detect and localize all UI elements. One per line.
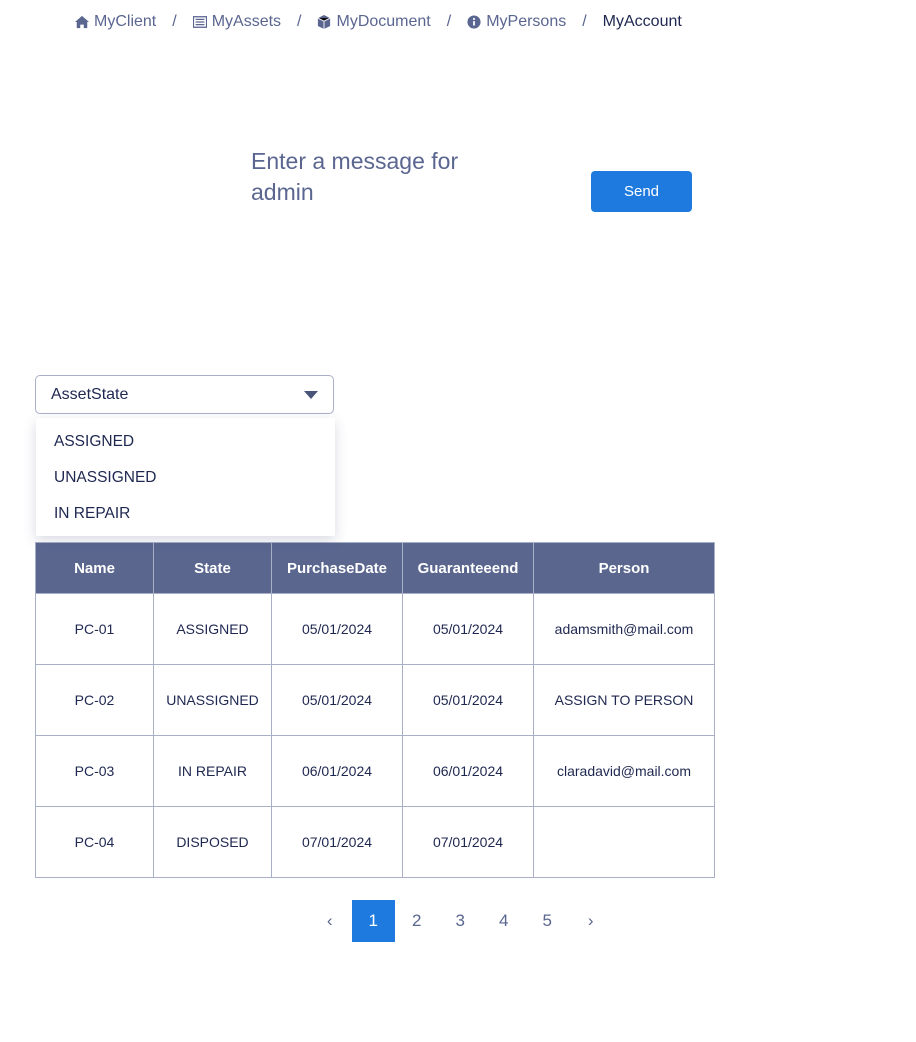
breadcrumb-mydocument[interactable]: MyDocument: [317, 13, 431, 31]
table-row: PC-03 IN REPAIR 06/01/2024 06/01/2024 clarad…: [35, 735, 715, 807]
breadcrumb-separator: /: [172, 13, 177, 30]
breadcrumb-separator: /: [297, 13, 302, 30]
cell-state: ASSIGNED: [153, 593, 272, 665]
breadcrumb-separator: /: [582, 13, 587, 30]
select-value: AssetState: [51, 385, 129, 403]
table-row: PC-04 DISPOSED 07/01/2024 07/01/2024: [35, 806, 715, 878]
option-assigned[interactable]: ASSIGNED: [36, 424, 335, 460]
page-3-button[interactable]: 3: [439, 900, 483, 942]
breadcrumb-myclient[interactable]: MyClient: [75, 13, 156, 31]
breadcrumb-separator: /: [446, 13, 452, 30]
asset-state-select[interactable]: AssetState: [35, 375, 334, 414]
breadcrumb-label: MyAssets: [211, 13, 282, 30]
list-icon: [192, 16, 207, 28]
message-input[interactable]: Enter a message for admin: [251, 146, 501, 208]
breadcrumb: MyClient / MyAssets / MyDocument / MyPer…: [75, 13, 682, 31]
send-button[interactable]: Send: [591, 171, 692, 212]
page-5-button[interactable]: 5: [526, 900, 570, 942]
breadcrumb-myassets[interactable]: MyAssets: [192, 13, 282, 31]
cell-state: DISPOSED: [153, 806, 272, 878]
column-header-name: Name: [35, 542, 154, 594]
prev-page-button[interactable]: ‹: [308, 900, 352, 942]
cell-name: PC-01: [35, 593, 154, 665]
cell-person[interactable]: claradavid@mail.com: [533, 735, 715, 807]
cell-name: PC-02: [35, 664, 154, 736]
option-unassigned[interactable]: UNASSIGNED: [36, 460, 335, 496]
column-header-purchasedate: PurchaseDate: [271, 542, 403, 594]
cell-state: IN REPAIR: [153, 735, 272, 807]
breadcrumb-label: MyClient: [94, 13, 157, 30]
breadcrumb-label: MyDocument: [336, 13, 431, 30]
home-icon: [75, 15, 89, 29]
cell-person: [533, 806, 715, 878]
table-row: PC-02 UNASSIGNED 05/01/2024 05/01/2024 ASSIG…: [35, 664, 715, 736]
breadcrumb-label: MyAccount: [602, 13, 682, 30]
cell-name: PC-03: [35, 735, 154, 807]
page-2-button[interactable]: 2: [395, 900, 439, 942]
breadcrumb-mypersons[interactable]: MyPersons: [467, 13, 566, 31]
caret-down-icon: [304, 390, 318, 399]
cell-person[interactable]: adamsmith@mail.com: [533, 593, 715, 665]
cell-purchasedate: 05/01/2024: [271, 593, 403, 665]
next-page-button[interactable]: ›: [569, 900, 613, 942]
asset-state-dropdown: ASSIGNED UNASSIGNED IN REPAIR: [36, 418, 335, 536]
breadcrumb-label: MyPersons: [486, 13, 567, 30]
cell-guaranteeend: 06/01/2024: [402, 735, 534, 807]
cell-purchasedate: 06/01/2024: [271, 735, 403, 807]
column-header-state: State: [153, 542, 272, 594]
assets-table: Name State PurchaseDate Guaranteeend Per…: [35, 542, 715, 878]
column-header-guaranteeend: Guaranteeend: [402, 542, 534, 594]
cell-guaranteeend: 05/01/2024: [402, 664, 534, 736]
page-4-button[interactable]: 4: [482, 900, 526, 942]
table-row: PC-01 ASSIGNED 05/01/2024 05/01/2024 adamsmi…: [35, 593, 715, 665]
info-icon: [467, 15, 481, 29]
column-header-person: Person: [533, 542, 715, 594]
cell-guaranteeend: 07/01/2024: [402, 806, 534, 878]
table-header-row: Name State PurchaseDate Guaranteeend Per…: [35, 542, 715, 594]
breadcrumb-myaccount: MyAccount: [603, 13, 682, 31]
cell-guaranteeend: 05/01/2024: [402, 593, 534, 665]
cell-purchasedate: 05/01/2024: [271, 664, 403, 736]
cell-person[interactable]: ASSIGN TO PERSON: [533, 664, 715, 736]
page-1-button[interactable]: 1: [351, 900, 395, 942]
cube-icon: [318, 15, 331, 29]
cell-state: UNASSIGNED: [153, 664, 272, 736]
cell-name: PC-04: [35, 806, 154, 878]
pagination: ‹ 1 2 3 4 5 ›: [308, 900, 613, 942]
cell-purchasedate: 07/01/2024: [271, 806, 403, 878]
option-in-repair[interactable]: IN REPAIR: [36, 496, 335, 532]
